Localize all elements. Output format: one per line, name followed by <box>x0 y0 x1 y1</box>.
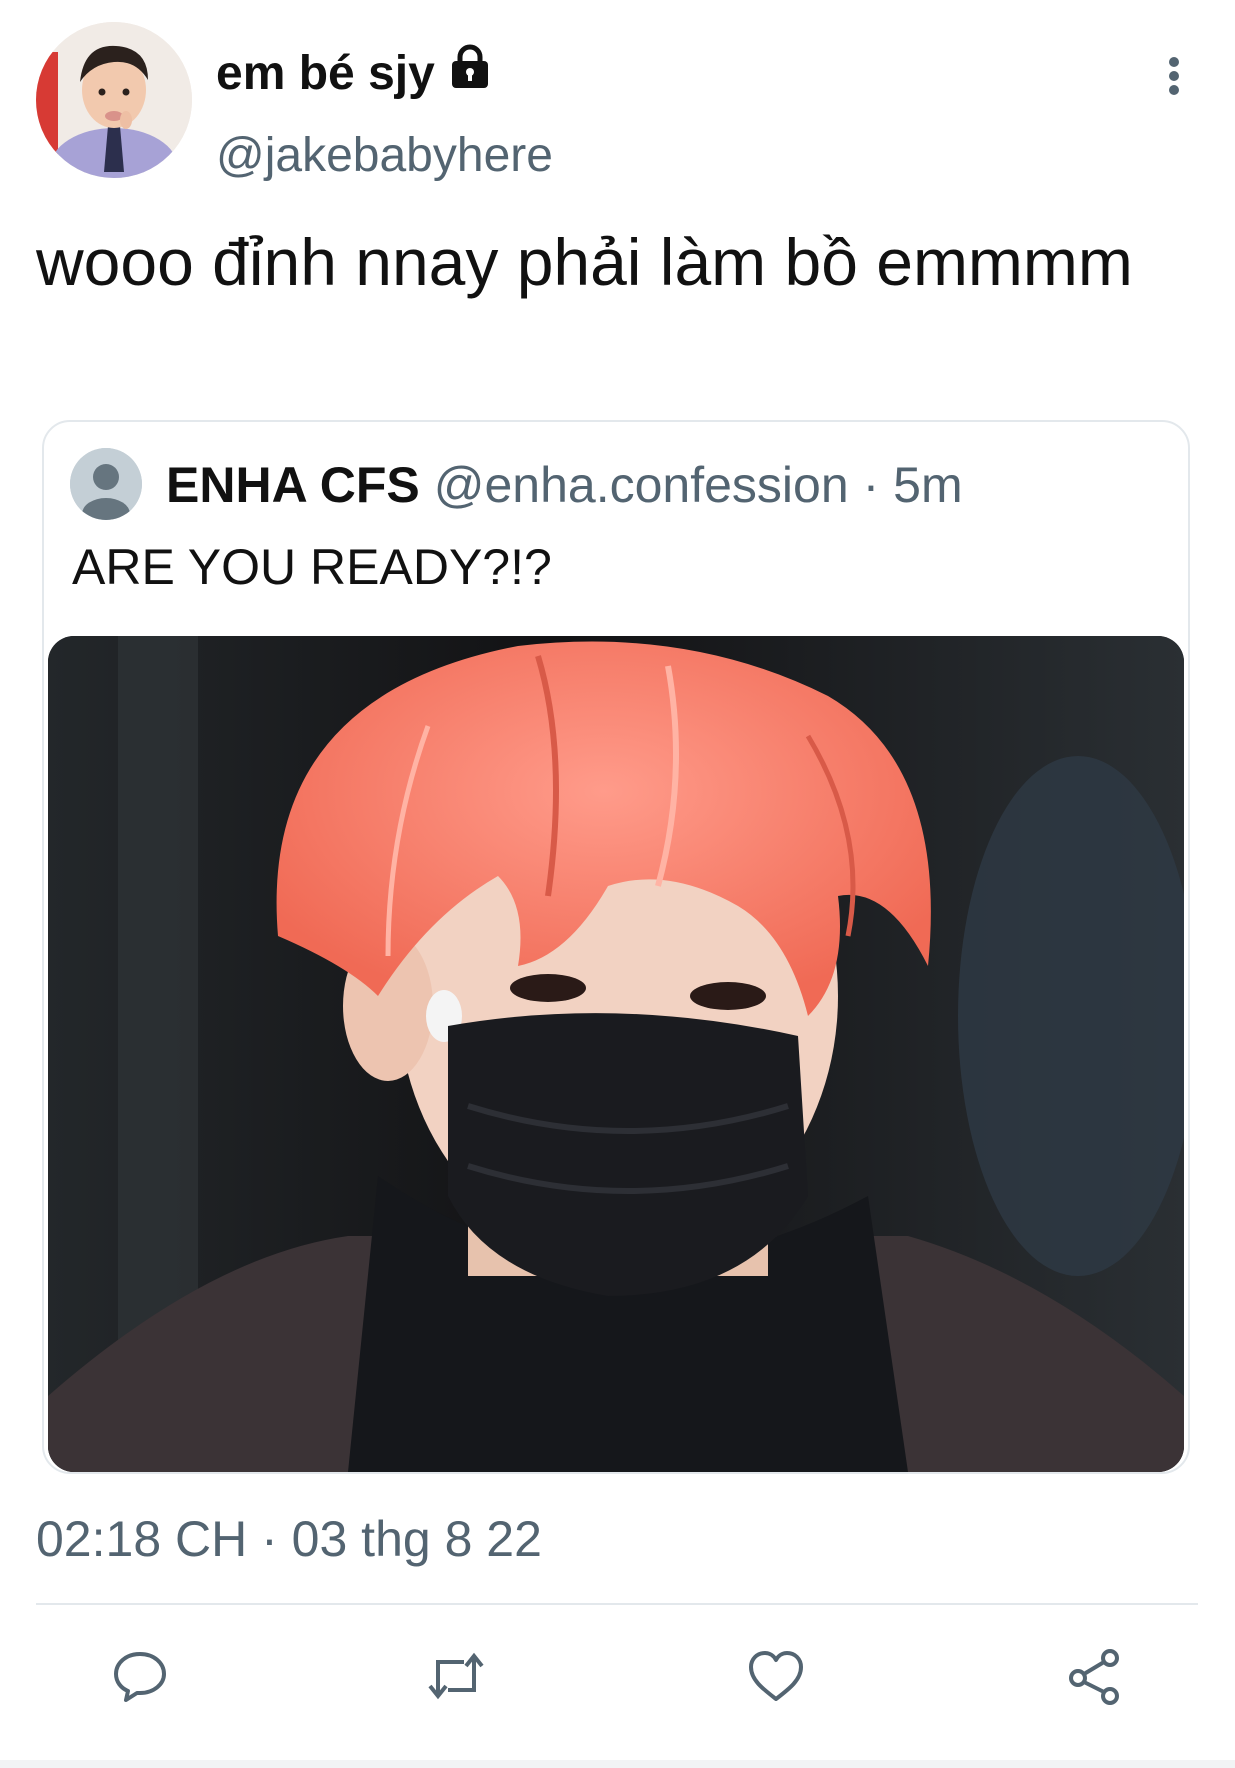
quoted-tweet-age: · 5m <box>862 457 963 513</box>
author-avatar-image <box>36 22 192 178</box>
more-options-button[interactable] <box>1154 52 1194 132</box>
author-handle[interactable]: @jakebabyhere <box>216 128 553 183</box>
tweet-timestamp[interactable]: 02:18 CH · 03 thg 8 22 <box>36 1510 542 1568</box>
reply-button[interactable] <box>104 1640 176 1712</box>
retweet-icon <box>428 1652 484 1700</box>
quoted-tweet-text: ARE YOU READY?!? <box>72 539 552 595</box>
quoted-tweet-photo[interactable] <box>48 636 1184 1472</box>
author-display-name-row[interactable]: em bé sjy <box>216 44 493 102</box>
divider <box>36 1603 1198 1605</box>
like-icon <box>749 1651 803 1701</box>
default-avatar-icon <box>70 448 142 520</box>
quoted-tweet-header: ENHA CFS @enha.confession · 5m <box>166 456 963 514</box>
author-display-name[interactable]: em bé sjy <box>216 46 435 101</box>
photo-image <box>48 636 1184 1472</box>
lock-icon <box>447 44 493 102</box>
quoted-author-handle: @enha.confession <box>433 457 849 513</box>
quoted-author-avatar <box>70 448 142 520</box>
share-button[interactable] <box>1058 1640 1130 1712</box>
tweet-text: wooo đỉnh nnay phải làm bồ emmmm <box>36 225 1133 299</box>
retweet-button[interactable] <box>420 1640 492 1712</box>
bottom-separator <box>0 1760 1235 1768</box>
share-icon <box>1069 1649 1119 1705</box>
author-avatar[interactable] <box>36 22 192 178</box>
quoted-author-name: ENHA CFS <box>166 457 420 513</box>
reply-icon <box>114 1652 166 1702</box>
more-vertical-icon <box>1169 57 1179 95</box>
quoted-tweet-card[interactable]: ENHA CFS @enha.confession · 5m ARE YOU R… <box>42 420 1190 1474</box>
like-button[interactable] <box>740 1640 812 1712</box>
